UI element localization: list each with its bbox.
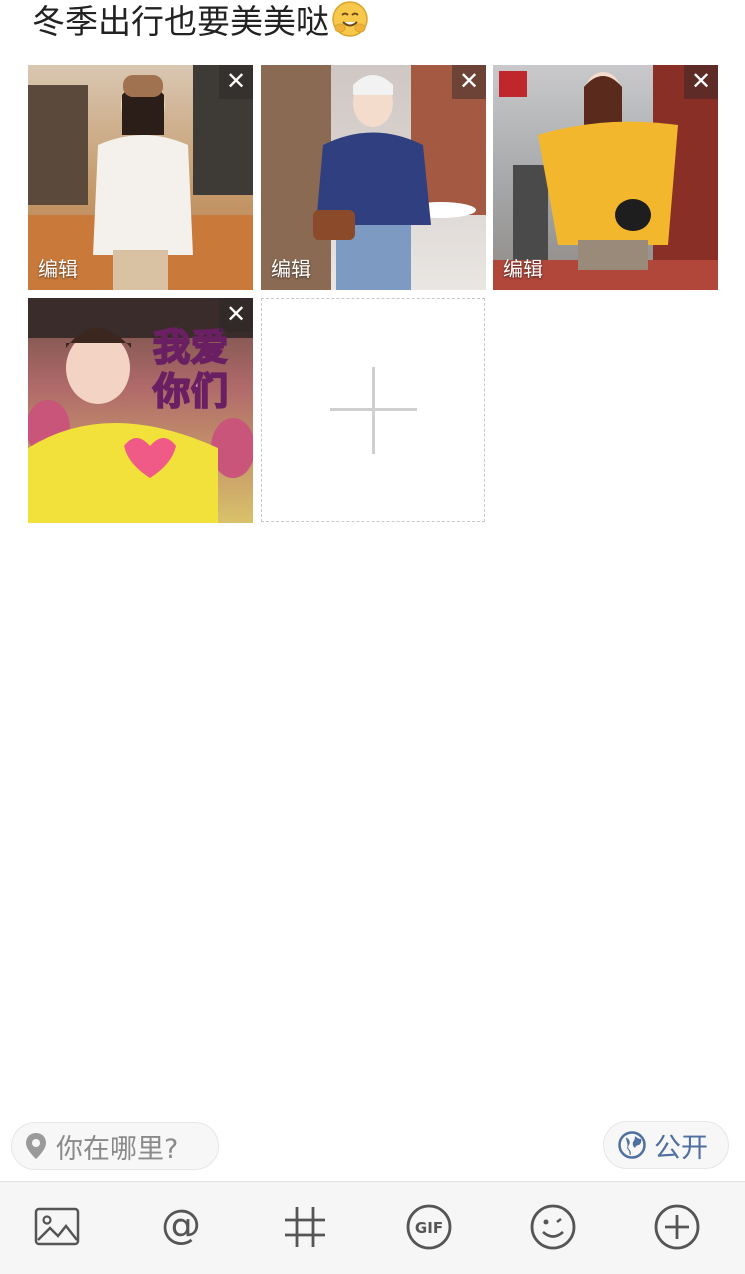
hugging-face-emoji-icon [331, 0, 369, 47]
visibility-label: 公开 [654, 1132, 708, 1164]
photo-thumbnail-3[interactable]: ✕ 编辑 [493, 65, 718, 290]
meme-caption: 我爱 你们 [136, 325, 246, 414]
post-text[interactable]: 冬季出行也要美美哒 [32, 0, 369, 44]
photo-thumbnail-2[interactable]: ✕ 编辑 [261, 65, 486, 290]
remove-photo-2-button[interactable]: ✕ [452, 65, 486, 99]
visibility-button[interactable]: 公开 [603, 1121, 729, 1169]
at-mention-icon: @ [161, 1202, 201, 1248]
image-icon [34, 1207, 80, 1246]
gif-button[interactable]: GIF [404, 1202, 454, 1252]
location-placeholder: 你在哪里? [56, 1133, 179, 1165]
mention-button[interactable]: @ [156, 1202, 206, 1252]
edit-photo-3-button[interactable]: 编辑 [503, 253, 543, 282]
edit-photo-2-button[interactable]: 编辑 [271, 253, 311, 282]
edit-photo-1-button[interactable]: 编辑 [38, 253, 78, 282]
remove-photo-4-button[interactable]: ✕ [219, 298, 253, 332]
remove-photo-3-button[interactable]: ✕ [684, 65, 718, 99]
plus-icon-vertical-bar [372, 367, 375, 454]
globe-icon [618, 1131, 646, 1159]
emoji-button[interactable] [528, 1202, 578, 1252]
hashtag-icon [285, 1207, 325, 1247]
location-button[interactable]: 你在哪里? [11, 1122, 219, 1170]
meme-caption-line-2: 你们 [152, 369, 229, 414]
more-options-button[interactable] [652, 1202, 702, 1252]
hashtag-button[interactable] [280, 1202, 330, 1252]
insert-image-button[interactable] [32, 1202, 82, 1252]
svg-text:GIF: GIF [415, 1219, 443, 1237]
photo-thumbnail-1[interactable]: ✕ 编辑 [28, 65, 253, 290]
post-text-content: 冬季出行也要美美哒 [32, 2, 329, 41]
add-circle-icon [654, 1204, 700, 1250]
svg-text:@: @ [161, 1202, 201, 1248]
remove-photo-1-button[interactable]: ✕ [219, 65, 253, 99]
emoji-icon [530, 1204, 576, 1250]
location-pin-icon [26, 1133, 46, 1159]
add-photo-button[interactable] [261, 298, 485, 522]
meme-caption-line-1: 我爱 [152, 325, 229, 370]
photo-thumbnail-4[interactable]: 我爱 你们 ✕ [28, 298, 253, 523]
bottom-toolbar: @ GIF [0, 1181, 745, 1274]
gif-icon: GIF [406, 1204, 452, 1250]
